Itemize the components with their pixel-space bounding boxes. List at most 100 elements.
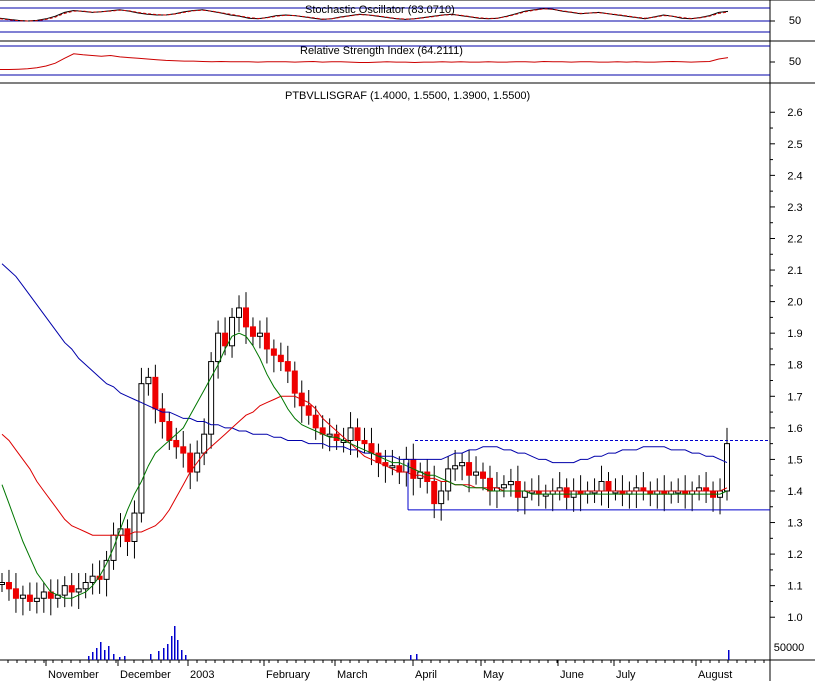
volume-bar bbox=[185, 655, 187, 660]
volume-bar bbox=[108, 646, 110, 660]
candle-body bbox=[312, 414, 319, 429]
candle-body bbox=[0, 582, 5, 586]
candle-body bbox=[236, 307, 243, 318]
rsi-title: Relative Strength Index (64.2111) bbox=[300, 45, 463, 57]
volume-bar bbox=[92, 652, 94, 660]
x-tick-label: February bbox=[266, 669, 311, 681]
candle-body bbox=[480, 471, 487, 479]
candle-body bbox=[605, 481, 612, 492]
candle-body bbox=[724, 443, 730, 492]
volume-bar bbox=[113, 654, 115, 660]
candle-body bbox=[305, 405, 312, 416]
candle-body bbox=[424, 471, 431, 483]
candle-body bbox=[389, 465, 396, 469]
volume-bar bbox=[124, 656, 126, 660]
candle-body bbox=[486, 477, 493, 492]
candle-body bbox=[459, 462, 466, 467]
candle-body bbox=[26, 594, 33, 602]
price-ytick-label: 2.6 bbox=[787, 107, 802, 119]
price-ytick-label: 1.7 bbox=[787, 391, 802, 403]
candle-body bbox=[284, 361, 291, 372]
candle-body bbox=[270, 348, 277, 356]
candle-body bbox=[75, 588, 82, 593]
rsi-ytick-label: 50 bbox=[789, 56, 801, 68]
x-tick-label: November bbox=[48, 669, 99, 681]
candle-body bbox=[452, 465, 459, 470]
price-title: PTBVLLISGRAF (1.4000, 1.5500, 1.3900, 1.… bbox=[285, 90, 530, 102]
volume-bar bbox=[119, 657, 121, 660]
candle-body bbox=[222, 332, 229, 347]
price-ytick-label: 1.1 bbox=[787, 581, 802, 593]
x-axis: November December 2003 February March April Ma… bbox=[7, 660, 765, 681]
candle-body bbox=[563, 487, 570, 498]
volume-bar bbox=[150, 654, 152, 660]
stock-chart: 1.0 1.1 1.2 1.3 1.4 1.5 1.6 1.7 1.8 1.9 2.0 2.1 2.2 2… bbox=[0, 0, 815, 681]
stochastic-title: Stochastic Oscillator (83.0710) bbox=[305, 4, 455, 16]
candle-body bbox=[215, 332, 222, 363]
price-panel: 1.0 1.1 1.2 1.3 1.4 1.5 1.6 1.7 1.8 1.9 2.0 2.1 2.2 2… bbox=[0, 107, 803, 660]
candle-body bbox=[354, 427, 361, 441]
candle-body bbox=[500, 484, 507, 489]
volume-bar bbox=[416, 654, 418, 660]
candle-body bbox=[68, 585, 75, 593]
candle-body bbox=[89, 575, 96, 584]
candle-body bbox=[12, 588, 19, 599]
price-ytick-label: 2.4 bbox=[787, 170, 802, 182]
candle-body bbox=[361, 439, 368, 445]
candle-body bbox=[466, 462, 473, 476]
candle-body bbox=[242, 307, 249, 328]
volume-bar bbox=[174, 626, 176, 660]
candle-body bbox=[368, 443, 375, 454]
candle-body bbox=[180, 446, 187, 454]
candle-body bbox=[166, 421, 173, 441]
price-ytick-label: 2.5 bbox=[787, 139, 802, 151]
x-tick-label: August bbox=[698, 669, 732, 681]
x-tick-label: March bbox=[337, 669, 368, 681]
price-ytick-label: 1.3 bbox=[787, 518, 802, 530]
price-ytick-label: 1.2 bbox=[787, 549, 802, 561]
volume-bar bbox=[158, 651, 160, 660]
candle-body bbox=[445, 468, 452, 492]
candle-body bbox=[507, 481, 514, 486]
price-ytick-label: 2.0 bbox=[787, 297, 802, 309]
candle-body bbox=[291, 370, 298, 394]
candle-body bbox=[326, 433, 333, 437]
x-tick-label: 2003 bbox=[190, 669, 214, 681]
candle-body bbox=[375, 452, 382, 464]
candle-body bbox=[33, 597, 40, 602]
candle-body bbox=[61, 585, 68, 596]
candle-body bbox=[229, 316, 236, 347]
stochastic-ytick-label: 50 bbox=[789, 15, 801, 27]
x-tick-label: June bbox=[560, 669, 584, 681]
price-ytick-label: 1.6 bbox=[787, 423, 802, 435]
volume-bar bbox=[104, 650, 106, 660]
x-tick-label: May bbox=[483, 669, 504, 681]
price-ytick-label: 1.8 bbox=[787, 360, 802, 372]
price-ytick-label: 2.3 bbox=[787, 202, 802, 214]
candle-body bbox=[173, 439, 180, 448]
volume-bar bbox=[181, 650, 183, 660]
price-ytick-label: 2.1 bbox=[787, 265, 802, 277]
candle-body bbox=[249, 326, 256, 337]
volume-bar bbox=[177, 640, 179, 660]
candle-body bbox=[277, 354, 284, 363]
candle-body bbox=[145, 376, 152, 385]
volume-bar bbox=[410, 655, 412, 660]
x-tick-label: December bbox=[120, 669, 171, 681]
candle-body bbox=[82, 582, 89, 590]
candle-body bbox=[473, 471, 480, 476]
price-ytick-label: 2.2 bbox=[787, 233, 802, 245]
volume-bar bbox=[728, 650, 730, 660]
volume-bar bbox=[88, 656, 90, 660]
volume-bar bbox=[100, 642, 102, 660]
volume-bar bbox=[163, 648, 165, 660]
candle-body bbox=[514, 481, 521, 498]
candle-body bbox=[263, 332, 270, 350]
price-ytick-label: 1.4 bbox=[787, 486, 802, 498]
candle-body bbox=[5, 582, 12, 590]
candle-body bbox=[438, 490, 445, 505]
chart-window: 1.0 1.1 1.2 1.3 1.4 1.5 1.6 1.7 1.8 1.9 2.0 2.1 2.2 2… bbox=[0, 0, 815, 681]
x-tick-label: April bbox=[415, 669, 437, 681]
volume-bar bbox=[96, 648, 98, 660]
volume-bar bbox=[171, 636, 173, 660]
